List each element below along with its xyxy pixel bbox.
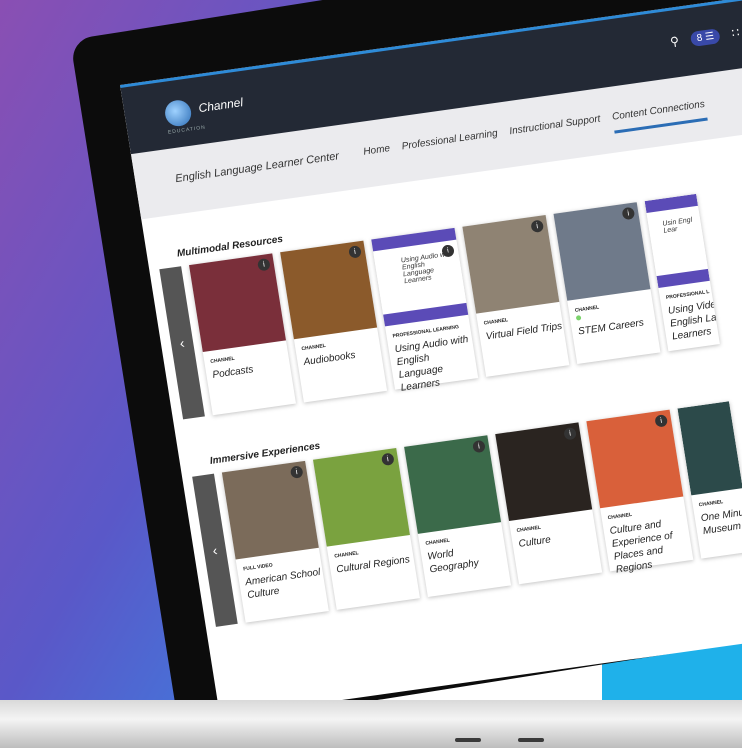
badge-count: 8 — [695, 32, 704, 44]
logo-text: Channel — [197, 95, 244, 116]
card-title: Culture and Experience of Places and Reg… — [609, 518, 674, 576]
card-type: CHANNEL — [483, 317, 509, 327]
center-title[interactable]: English Language Learner Center — [174, 150, 339, 185]
search-icon[interactable]: ⚲ — [669, 34, 680, 49]
resource-card[interactable]: i CHANNEL Podcasts — [189, 253, 296, 416]
chevron-left-icon: ‹ — [178, 334, 186, 352]
laptop-vent — [518, 738, 544, 742]
thumbnail-text: Using Audio with English Language Learne… — [400, 250, 453, 286]
card-type: CHANNEL — [698, 499, 724, 509]
tab-professional-learning[interactable]: Professional Learning — [401, 128, 500, 163]
card-title: World Geography — [426, 548, 480, 576]
info-icon[interactable]: i — [530, 219, 545, 234]
carousel-immersive-experiences: ‹ i FULL VIDEO American School Culture i… — [192, 401, 742, 627]
card-title: American School Culture — [244, 566, 322, 602]
carousel-multimodal-resources: ‹ i CHANNEL Podcasts i CHANNEL Audiobook… — [159, 193, 720, 420]
top-bar-icons: ⚲ 8 ☰ ∷ BD — [668, 14, 742, 55]
card-type: CHANNEL — [425, 537, 451, 547]
card-thumbnail: i — [462, 215, 560, 314]
card-thumbnail: Usin Engl Lear — [644, 193, 710, 289]
resource-card[interactable]: i CHANNEL STEM Careers — [553, 202, 661, 365]
resource-card[interactable]: i CHANNEL Audiobooks — [280, 240, 388, 403]
card-type: CHANNEL — [333, 550, 360, 560]
apps-grid-icon[interactable]: ∷ — [731, 25, 741, 40]
thumbnail-text: Usin Engl Lear — [661, 216, 693, 235]
card-thumbnail: i — [312, 448, 410, 547]
card-title: Using Vide English Lan Learners — [667, 299, 720, 343]
card-title: STEM Careers — [577, 317, 645, 338]
info-icon[interactable]: i — [348, 245, 362, 259]
info-icon[interactable]: i — [654, 414, 669, 428]
laptop-base — [0, 700, 742, 748]
card-title: Using Audio with English Language Learne… — [393, 334, 470, 394]
card-type: CHANNEL — [209, 355, 236, 366]
info-icon[interactable]: i — [380, 452, 395, 467]
new-indicator-dot — [575, 315, 582, 321]
info-icon[interactable]: i — [289, 465, 304, 479]
tab-instructional-support[interactable]: Instructional Support — [509, 114, 603, 148]
info-icon[interactable]: i — [472, 439, 486, 454]
card-type: CHANNEL — [574, 304, 600, 314]
logo-subtext: EDUCATION — [167, 124, 207, 136]
laptop-screen: Channel EDUCATION ⚲ 8 ☰ ∷ BD English Lan… — [120, 0, 742, 718]
card-thumbnail: i — [221, 460, 319, 560]
card-thumbnail: i — [553, 202, 651, 301]
resource-card[interactable]: i CHANNEL Cultural Regions — [312, 448, 420, 610]
laptop-vent — [455, 738, 481, 742]
info-icon[interactable]: i — [621, 206, 636, 221]
resource-card[interactable]: i FULL VIDEO American School Culture — [221, 460, 329, 623]
info-icon[interactable]: i — [257, 257, 271, 272]
card-thumbnail: i — [189, 253, 286, 353]
card-type: CHANNEL — [607, 511, 633, 522]
resource-card[interactable]: i CHANNEL World Geography — [404, 435, 512, 598]
tab-home[interactable]: Home — [363, 143, 393, 168]
card-thumbnail: i Using Audio with English Language Lear… — [371, 227, 469, 327]
discovery-logo-icon[interactable] — [163, 98, 194, 128]
resource-card[interactable]: i Using Audio with English Language Lear… — [371, 227, 479, 394]
card-thumbnail: i — [586, 409, 684, 509]
tab-content-connections[interactable]: Content Connections — [611, 98, 708, 134]
card-thumbnail: i — [495, 422, 593, 522]
list-badge[interactable]: 8 ☰ — [689, 27, 722, 47]
resource-card[interactable]: i CHANNEL Culture and Experience of Plac… — [586, 409, 694, 576]
card-type: CHANNEL — [516, 524, 542, 535]
card-type: FULL VIDEO — [242, 562, 274, 573]
resource-card[interactable]: i CHANNEL Virtual Field Trips — [462, 215, 570, 377]
card-thumbnail: i — [280, 240, 378, 340]
chevron-left-icon: ‹ — [211, 542, 219, 559]
resource-card[interactable]: i CHANNEL Culture — [495, 422, 603, 585]
info-icon[interactable]: i — [563, 426, 577, 441]
card-type: CHANNEL — [301, 342, 327, 353]
card-thumbnail: i — [404, 435, 502, 534]
card-thumbnail — [677, 401, 742, 496]
